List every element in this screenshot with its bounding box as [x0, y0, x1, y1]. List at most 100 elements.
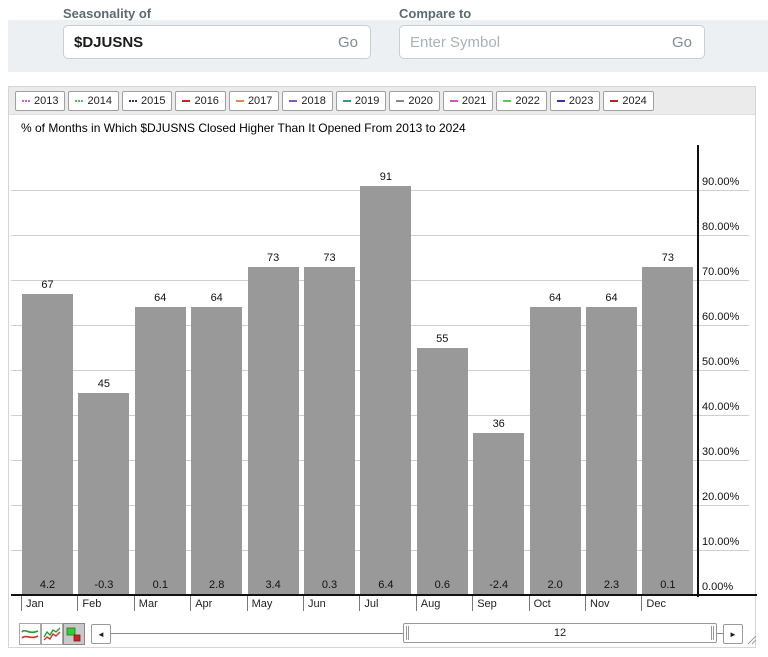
month-tick: [359, 596, 360, 611]
chart-style-bar-button[interactable]: [63, 623, 85, 645]
month-tick: [529, 596, 530, 611]
compare-label: Compare to: [399, 6, 705, 21]
month-tick: [416, 596, 417, 611]
month-label-oct: Oct: [534, 598, 551, 610]
month-label-nov: Nov: [590, 598, 610, 610]
symbol-form-panel: Seasonality of Go Compare to Go: [8, 20, 768, 72]
bar-value-label: 91: [360, 171, 411, 183]
compare-form-group: Compare to Go: [399, 6, 705, 59]
resize-grip-icon[interactable]: [745, 633, 757, 645]
seasonality-symbol-box: Go: [63, 25, 371, 59]
y-tick-label: 70.00%: [702, 266, 739, 278]
chart-style-line-button[interactable]: [41, 623, 63, 645]
y-tick-label: 40.00%: [702, 401, 739, 413]
month-tick: [21, 596, 22, 611]
bar-chart-icon: [65, 626, 83, 642]
line-chart-icon: [43, 626, 61, 642]
bar-value-label: 64: [191, 292, 242, 304]
bar-value-label: 36: [473, 418, 524, 430]
smooth-line-chart-icon: [21, 626, 39, 642]
compare-symbol-input[interactable]: [410, 34, 670, 51]
seasonality-symbol-input[interactable]: [74, 34, 336, 51]
bar-mar: [135, 307, 186, 595]
bar-change-label: 3.4: [248, 579, 299, 591]
month-tick: [77, 596, 78, 611]
compare-symbol-box: Go: [399, 25, 705, 59]
bar-oct: [530, 307, 581, 595]
y-tick-label: 20.00%: [702, 491, 739, 503]
bar-change-label: -0.3: [78, 579, 129, 591]
month-tick: [303, 596, 304, 611]
bar-change-label: 0.1: [135, 579, 186, 591]
month-label-mar: Mar: [139, 598, 158, 610]
bar-change-label: 6.4: [360, 579, 411, 591]
month-label-aug: Aug: [421, 598, 441, 610]
bar-value-label: 55: [417, 333, 468, 345]
bar-apr: [191, 307, 242, 595]
y-tick-label: 30.00%: [702, 446, 739, 458]
right-arrow-icon: ►: [729, 630, 737, 639]
bar-value-label: 67: [22, 279, 73, 291]
month-tick: [247, 596, 248, 611]
bar-value-label: 73: [248, 252, 299, 264]
bar-change-label: -2.4: [473, 579, 524, 591]
bar-change-label: 0.3: [304, 579, 355, 591]
bar-dec: [642, 267, 693, 596]
thumb-left-grip-icon: [406, 626, 409, 640]
month-label-dec: Dec: [646, 598, 666, 610]
month-label-sep: Sep: [477, 598, 497, 610]
bar-change-label: 0.6: [417, 579, 468, 591]
bar-value-label: 64: [530, 292, 581, 304]
month-tick: [641, 596, 642, 611]
bar-value-label: 73: [642, 252, 693, 264]
month-label-jan: Jan: [26, 598, 44, 610]
thumb-right-grip-icon: [711, 626, 714, 640]
x-axis-line: [11, 594, 757, 596]
bar-jan: [22, 294, 73, 596]
y-tick-label: 50.00%: [702, 356, 739, 368]
bar-change-label: 2.3: [586, 579, 637, 591]
y-axis-line: [697, 145, 699, 597]
month-label-may: May: [252, 598, 273, 610]
month-tick: [134, 596, 135, 611]
seasonality-chart-panel: 2013201420152016201720182019202020212022…: [8, 86, 756, 648]
bar-nov: [586, 307, 637, 595]
scroll-right-button[interactable]: ►: [723, 624, 743, 644]
bar-jun: [304, 267, 355, 596]
bar-change-label: 0.1: [642, 579, 693, 591]
y-tick-label: 0.00%: [702, 581, 733, 593]
chart-style-smooth-line-button[interactable]: [19, 623, 41, 645]
scrollbar-thumb[interactable]: 12: [403, 623, 717, 643]
bar-change-label: 4.2: [22, 579, 73, 591]
month-label-jun: Jun: [308, 598, 326, 610]
month-label-feb: Feb: [82, 598, 101, 610]
seasonality-go-button[interactable]: Go: [336, 34, 360, 51]
scroll-left-button[interactable]: ◄: [91, 624, 111, 644]
y-tick-label: 80.00%: [702, 221, 739, 233]
bar-may: [248, 267, 299, 596]
plot-area: 0.00% 10.00% 20.00% 30.00% 40.00% 50.00% 60.00…: [9, 87, 755, 647]
month-tick: [585, 596, 586, 611]
bar-jul: [360, 186, 411, 596]
bar-change-label: 2.0: [530, 579, 581, 591]
y-tick-label: 10.00%: [702, 536, 739, 548]
month-tick: [190, 596, 191, 611]
month-label-jul: Jul: [364, 598, 378, 610]
compare-go-button[interactable]: Go: [670, 34, 694, 51]
bar-value-label: 64: [135, 292, 186, 304]
seasonality-form-group: Seasonality of Go: [63, 6, 371, 59]
bar-value-label: 73: [304, 252, 355, 264]
bar-value-label: 45: [78, 378, 129, 390]
bar-aug: [417, 348, 468, 596]
month-tick: [472, 596, 473, 611]
left-arrow-icon: ◄: [97, 630, 105, 639]
y-tick-label: 90.00%: [702, 176, 739, 188]
seasonality-label: Seasonality of: [63, 6, 371, 21]
bar-value-label: 64: [586, 292, 637, 304]
bar-feb: [78, 393, 129, 596]
bar-change-label: 2.8: [191, 579, 242, 591]
y-tick-label: 60.00%: [702, 311, 739, 323]
bar-sep: [473, 433, 524, 595]
month-label-apr: Apr: [195, 598, 212, 610]
scrollbar-thumb-label: 12: [554, 627, 566, 639]
